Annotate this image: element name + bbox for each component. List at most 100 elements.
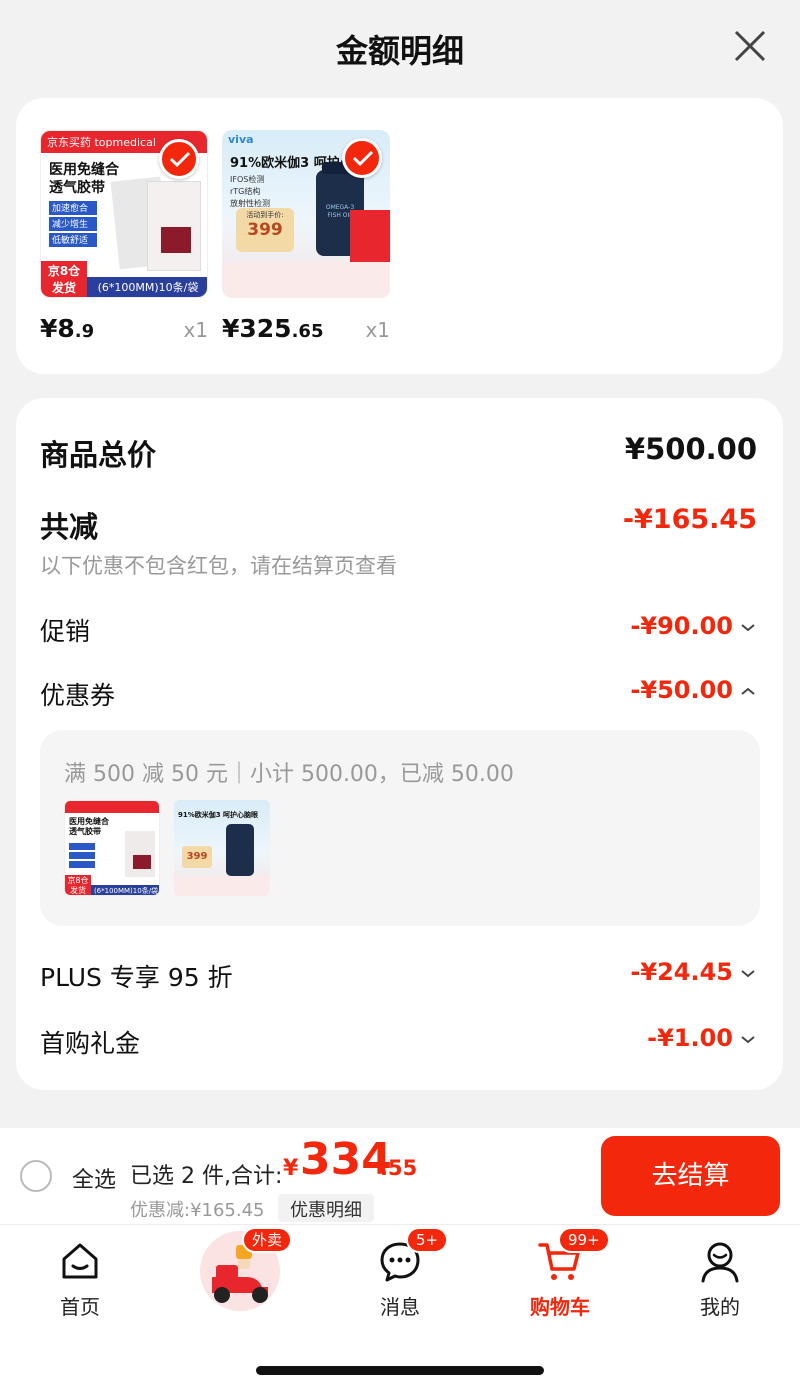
promo-label: 活动到手价: (246, 211, 284, 219)
product-box-graphic (161, 227, 191, 253)
thumb-name: 91%欧米伽3 呵护心脑眼 (178, 811, 259, 819)
price-decimal: .9 (74, 321, 95, 342)
chevron-down-icon (741, 1036, 755, 1044)
check-icon (352, 150, 374, 167)
price-integer: ¥8 (40, 314, 75, 343)
tab-cart-label: 购物车 (530, 1295, 590, 1319)
tab-home[interactable]: 首页 (20, 1233, 140, 1323)
close-button[interactable] (730, 26, 770, 66)
close-icon (734, 30, 766, 62)
plus-discount-value: -¥24.45 (630, 958, 733, 986)
feature-tag: rTG结构 (230, 187, 261, 196)
coupon-label: 优惠券 (40, 681, 116, 710)
discount-detail-link[interactable]: 优惠明细 (278, 1194, 374, 1222)
total-price-value: ¥500.00 (624, 432, 757, 466)
product-spec: (6*100MM)10条/袋 (87, 277, 207, 297)
select-all-label[interactable]: 全选 (72, 1162, 116, 1194)
coupon-detail-panel: 满 500 减 50 元｜小计 500.00，已减 50.00 医用免缝合透气胶… (40, 730, 760, 926)
coupon-product-thumb: 医用免缝合透气胶带 京8仓发货 (6*100MM)10条/袋 (64, 800, 160, 896)
first-purchase-value: -¥1.00 (647, 1024, 733, 1052)
bottom-tab-bar: 首页 外卖 消息 5+ 购物车 99+ 我的 (0, 1224, 800, 1391)
home-icon (62, 1243, 98, 1279)
page-title: 金额明细 (335, 32, 464, 70)
thumb-spec: (6*100MM)10条/袋 (91, 885, 159, 895)
first-purchase-amount: -¥1.00 (647, 1024, 757, 1052)
price-detail-card: 商品总价 ¥500.00 共减 -¥165.45 以下优惠不包含红包，请在结算页… (16, 398, 783, 1090)
plus-discount-amount: -¥24.45 (630, 958, 757, 986)
product-price: ¥325.65 (222, 314, 323, 343)
coupon-amount: -¥50.00 (630, 676, 757, 704)
chevron-down-icon (741, 970, 755, 978)
promo-price: 399 (247, 220, 283, 240)
thumb-name: 医用免缝合透气胶带 (69, 817, 109, 836)
total-amount-decimal: .55 (380, 1156, 418, 1180)
message-count-badge: 5+ (406, 1227, 449, 1253)
cart-count-badge: 99+ (558, 1227, 610, 1253)
feature-tag: 减少增生 (49, 217, 97, 231)
promotion-amount: -¥90.00 (630, 612, 757, 640)
tab-cart[interactable]: 购物车 99+ (500, 1227, 620, 1323)
price-decimal: .65 (291, 321, 324, 342)
product-item[interactable]: 京东买药 topmedical 医用免缝合透气胶带 加速愈合 减少增生 低敏舒适… (40, 130, 208, 343)
product-brand: 京东买药 topmedical (47, 136, 156, 149)
feature-tag: 低敏舒适 (49, 233, 97, 247)
total-amount-integer: 334 (300, 1134, 392, 1185)
product-item[interactable]: viva 91%欧米伽3 呵护心 IFOS检测 rTG结构 放射性检测 活动到手… (222, 130, 390, 343)
gift-strip-graphic (222, 262, 390, 298)
products-card: 京东买药 topmedical 医用免缝合透气胶带 加速愈合 减少增生 低敏舒适… (16, 98, 783, 374)
product-image[interactable]: 京东买药 topmedical 医用免缝合透气胶带 加速愈合 减少增生 低敏舒适… (40, 130, 208, 298)
tab-profile[interactable]: 我的 (660, 1233, 780, 1323)
total-reduce-row: 共减 -¥165.45 (40, 504, 757, 544)
home-indicator (256, 1366, 544, 1375)
selected-check-badge[interactable] (342, 138, 382, 178)
total-reduce-label: 共减 (40, 510, 99, 544)
feature-tag: 加速愈合 (49, 201, 97, 215)
discount-summary: 优惠减:¥165.45 (130, 1200, 265, 1221)
plus-discount-row[interactable]: PLUS 专享 95 折 -¥24.45 (40, 958, 757, 998)
thumb-promo-price: 399 (182, 846, 212, 868)
select-all-radio[interactable] (20, 1160, 52, 1192)
total-price-row: 商品总价 ¥500.00 (40, 432, 757, 472)
feature-tag: IFOS检测 (230, 175, 265, 184)
promo-price-badge: 活动到手价: 399 (236, 208, 294, 252)
plus-discount-label: PLUS 专享 95 折 (40, 963, 233, 992)
check-icon (169, 151, 191, 168)
coupon-detail-text: 满 500 减 50 元｜小计 500.00，已减 50.00 (64, 762, 514, 787)
product-brand: viva (228, 133, 254, 146)
first-purchase-label: 首购礼金 (40, 1029, 141, 1058)
product-price-row: ¥325.65 x1 (222, 314, 390, 350)
tab-messages[interactable]: 消息 5+ (340, 1227, 460, 1323)
total-reduce-value: -¥165.45 (622, 504, 757, 535)
tab-messages-label: 消息 (380, 1295, 420, 1319)
coupon-product-thumb: 91%欧米伽3 呵护心脑眼 399 (174, 800, 270, 896)
profile-icon (701, 1242, 739, 1283)
tab-home-label: 首页 (60, 1295, 100, 1319)
checkout-button[interactable]: 去结算 (601, 1136, 780, 1216)
product-price: ¥8.9 (40, 314, 94, 343)
delivery-badge: 外卖 (242, 1227, 293, 1253)
selected-check-badge[interactable] (159, 139, 199, 179)
promotion-row[interactable]: 促销 -¥90.00 (40, 612, 757, 652)
promotion-label: 促销 (40, 617, 91, 646)
price-integer: ¥325 (222, 314, 292, 343)
total-currency: ¥ (283, 1156, 299, 1181)
tab-delivery[interactable]: 外卖 (180, 1227, 300, 1323)
selected-count-label: 已选 2 件,合计: (130, 1164, 283, 1189)
header: 金额明细 (0, 0, 800, 96)
chevron-up-icon (741, 687, 755, 695)
coupon-row[interactable]: 优惠券 -¥50.00 (40, 676, 757, 716)
total-price-label: 商品总价 (40, 438, 157, 472)
promotion-value: -¥90.00 (630, 612, 733, 640)
warehouse-tag: 京8仓发货 (41, 261, 87, 297)
product-quantity: x1 (365, 318, 390, 342)
product-quantity: x1 (183, 318, 208, 342)
discount-note: 以下优惠不包含红包，请在结算页查看 (40, 554, 397, 578)
thumb-tag: 京8仓发货 (65, 875, 91, 895)
product-image[interactable]: viva 91%欧米伽3 呵护心 IFOS检测 rTG结构 放射性检测 活动到手… (222, 130, 390, 298)
product-box-graphic (147, 181, 201, 271)
first-purchase-row[interactable]: 首购礼金 -¥1.00 (40, 1024, 757, 1064)
tab-profile-label: 我的 (700, 1295, 740, 1319)
checkout-bar: 全选 已选 2 件,合计: ¥ 334 .55 优惠减:¥165.45 优惠明细… (0, 1128, 800, 1224)
coupon-value: -¥50.00 (630, 676, 733, 704)
product-name: 医用免缝合透气胶带 (49, 162, 119, 196)
